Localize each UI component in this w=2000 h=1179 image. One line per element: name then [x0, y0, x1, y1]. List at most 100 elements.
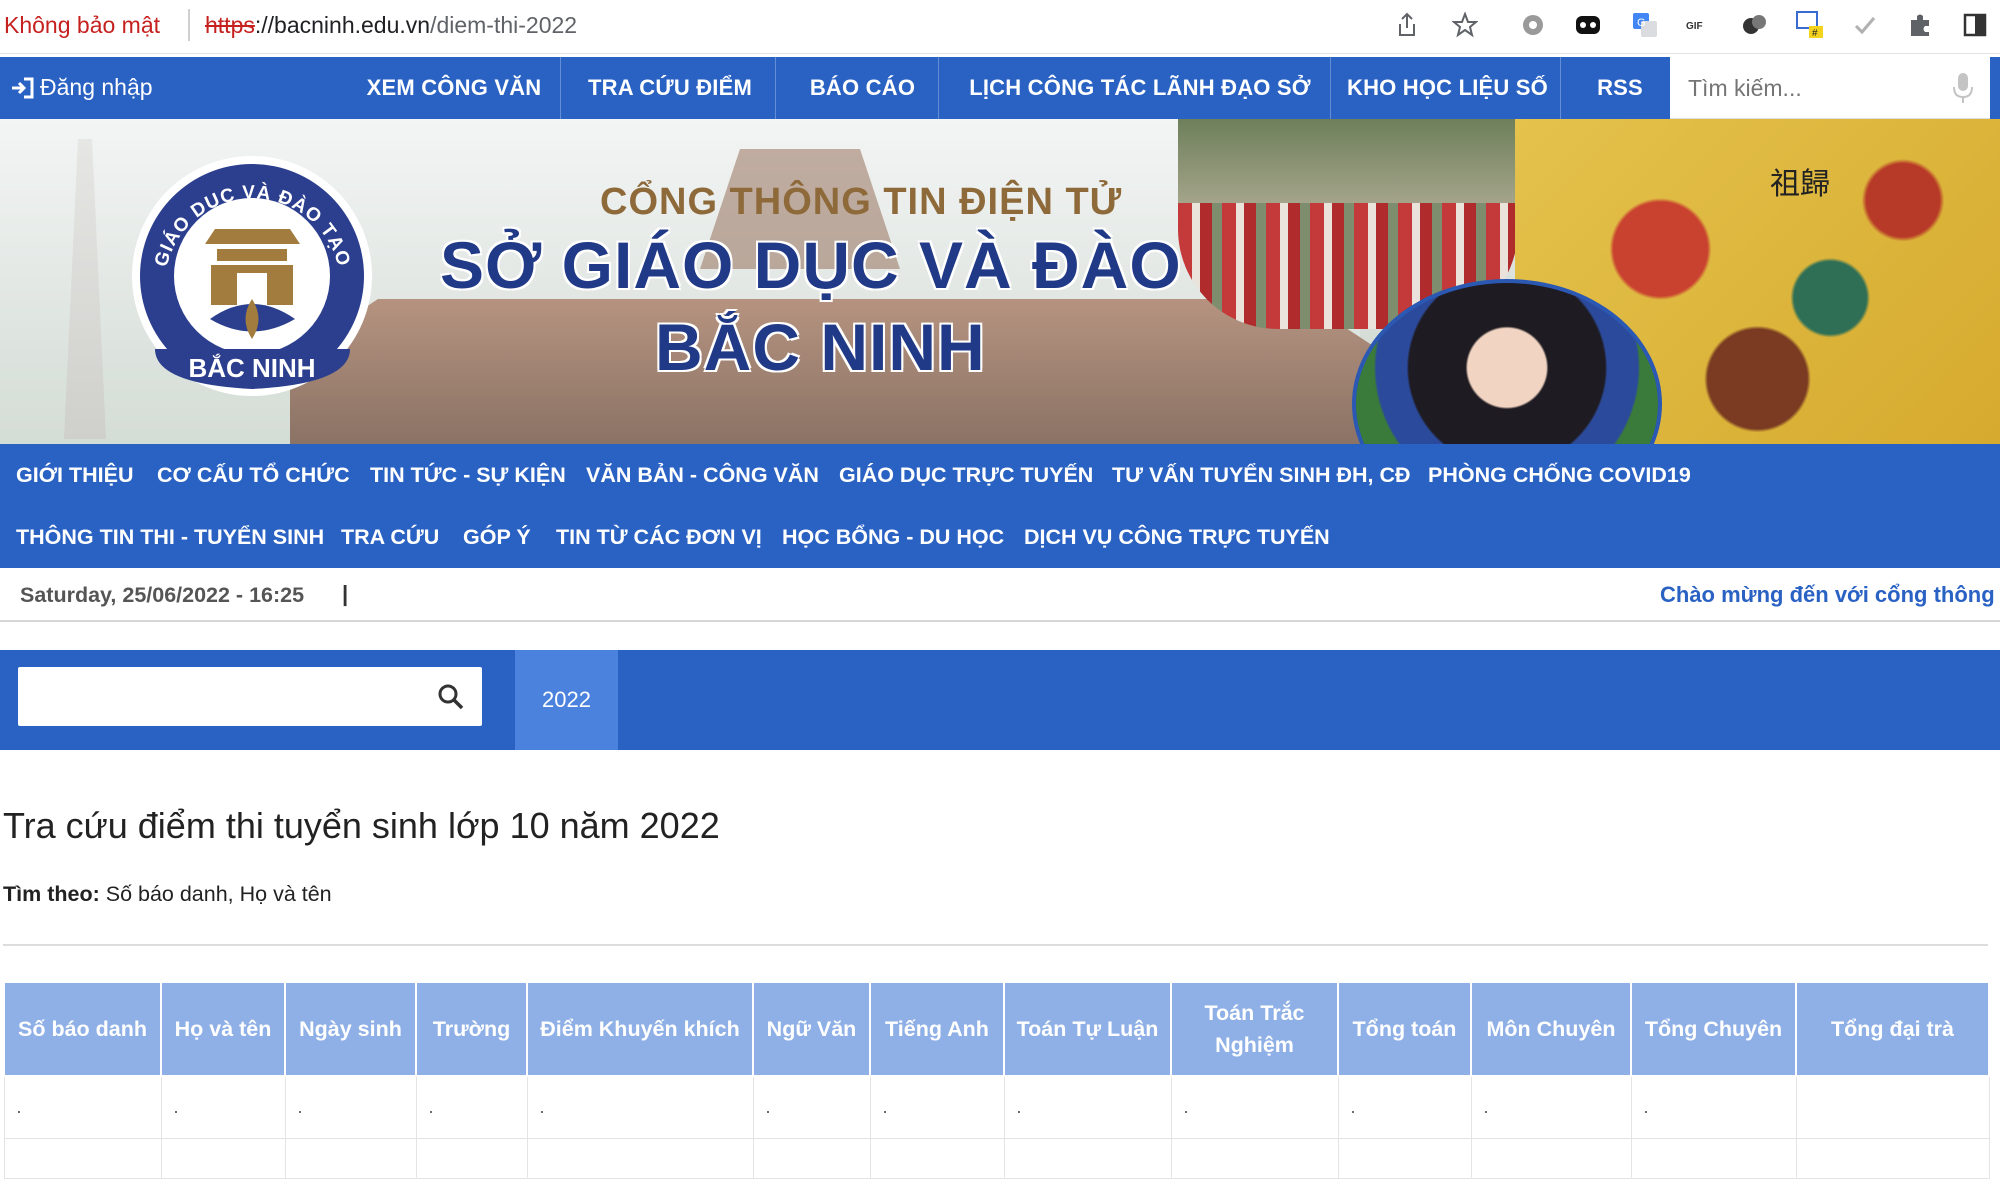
top-link-kho-hoc-lieu-so[interactable]: KHO HỌC LIỆU SỐ: [1335, 57, 1560, 119]
share-icon[interactable]: [1392, 10, 1422, 40]
banner-title-line2: BẮC NINH: [655, 310, 986, 384]
table-row: . . . . . . . . . . . .: [3, 1075, 1990, 1139]
table-cell: .: [526, 1075, 754, 1139]
top-divider: [560, 57, 561, 119]
nav-gop-y[interactable]: GÓP Ý: [463, 506, 531, 568]
table-cell: [752, 1137, 871, 1179]
svg-text:GIF: GIF: [1686, 21, 1703, 32]
nav-hoc-bong-du-hoc[interactable]: HỌC BỔNG - DU HỌC: [782, 506, 1004, 568]
main-navigation: GIỚI THIỆU CƠ CẤU TỔ CHỨC TIN TỨC - SỰ K…: [0, 444, 2000, 568]
table-cell: [3, 1137, 162, 1179]
col-so-bao-danh[interactable]: Số báo danh: [3, 981, 162, 1077]
banner-subtitle: CỔNG THÔNG TIN ĐIỆN TỬ: [600, 181, 1123, 223]
col-tong-toan[interactable]: Tổng toán: [1337, 981, 1472, 1077]
translate-icon[interactable]: G: [1630, 10, 1660, 40]
address-separator: [188, 9, 190, 41]
security-warning[interactable]: Không bảo mật: [4, 12, 160, 39]
nav-tra-cuu[interactable]: TRA CỨU: [341, 506, 439, 568]
department-logo[interactable]: GIÁO DỤC VÀ ĐÀO TẠO BẮC NINH: [125, 149, 380, 404]
table-cell: .: [1470, 1075, 1632, 1139]
nav-thong-tin-thi-tuyen-sinh[interactable]: THÔNG TIN THI - TUYỂN SINH: [16, 506, 324, 568]
tab-2022[interactable]: 2022: [515, 650, 618, 750]
top-divider: [1330, 57, 1331, 119]
col-truong[interactable]: Trường: [415, 981, 528, 1077]
url-field[interactable]: https://bacninh.edu.vn/diem-thi-2022: [205, 12, 577, 39]
login-link[interactable]: Đăng nhập: [10, 74, 153, 101]
bookmark-star-icon[interactable]: [1450, 10, 1480, 40]
table-cell: .: [869, 1075, 1005, 1139]
table-cell: [415, 1137, 528, 1179]
extension-gear-icon[interactable]: [1518, 10, 1548, 40]
table-row: [3, 1137, 1990, 1179]
date-bar: Saturday, 25/06/2022 - 16:25 | Chào mừng…: [0, 568, 2000, 622]
table-cell: [1795, 1137, 1990, 1179]
col-diem-khuyen-khich[interactable]: Điểm Khuyến khích: [526, 981, 754, 1077]
nav-phong-chong-covid19[interactable]: PHÒNG CHỐNG COVID19: [1428, 444, 1691, 506]
search-hint: Tìm theo: Số báo danh, Họ và tên: [3, 882, 332, 907]
table-cell: [869, 1137, 1005, 1179]
col-toan-tu-luan[interactable]: Toán Tự Luận: [1003, 981, 1172, 1077]
table-cell: [1470, 1137, 1632, 1179]
content-divider: [3, 944, 1988, 946]
top-link-xem-cong-van[interactable]: XEM CÔNG VĂN: [350, 57, 558, 119]
table-cell: .: [3, 1075, 162, 1139]
extension-mask-icon[interactable]: [1573, 10, 1603, 40]
table-cell: .: [1170, 1075, 1339, 1139]
top-divider: [938, 57, 939, 119]
check-icon[interactable]: [1850, 10, 1880, 40]
col-toan-trac-nghiem[interactable]: Toán Trắc Nghiệm: [1170, 981, 1339, 1077]
nav-dich-vu-cong-truc-tuyen[interactable]: DỊCH VỤ CÔNG TRỰC TUYẾN: [1024, 506, 1330, 568]
top-divider: [775, 57, 776, 119]
welcome-marquee: Chào mừng đến với cổng thông tin: [1660, 582, 2000, 607]
table-cell: .: [160, 1075, 286, 1139]
table-cell: [1795, 1075, 1990, 1139]
extension-balls-icon[interactable]: [1740, 10, 1770, 40]
gif-extension-icon[interactable]: GIF: [1685, 10, 1715, 40]
url-path: /diem-thi-2022: [430, 12, 578, 38]
table-cell: .: [415, 1075, 528, 1139]
browser-address-bar: Không bảo mật https://bacninh.edu.vn/die…: [0, 0, 2000, 54]
table-cell: .: [1630, 1075, 1797, 1139]
top-link-rss[interactable]: RSS: [1565, 57, 1675, 119]
col-ngay-sinh[interactable]: Ngày sinh: [284, 981, 417, 1077]
nav-giao-duc-truc-tuyen[interactable]: GIÁO DỤC TRỰC TUYẾN: [839, 444, 1093, 506]
col-mon-chuyen[interactable]: Môn Chuyên: [1470, 981, 1632, 1077]
table-cell: .: [752, 1075, 871, 1139]
table-cell: .: [284, 1075, 417, 1139]
extensions-puzzle-icon[interactable]: [1905, 10, 1935, 40]
col-tieng-anh[interactable]: Tiếng Anh: [869, 981, 1005, 1077]
table-cell: .: [1337, 1075, 1472, 1139]
login-label: Đăng nhập: [40, 74, 153, 100]
col-ngu-van[interactable]: Ngữ Văn: [752, 981, 871, 1077]
score-search-input[interactable]: [30, 677, 430, 717]
search-icon[interactable]: [436, 682, 466, 712]
nav-van-ban-cong-van[interactable]: VĂN BẢN - CÔNG VĂN: [586, 444, 819, 506]
score-search-box: [18, 667, 482, 726]
svg-text:G: G: [1637, 17, 1646, 29]
top-search-box: [1670, 57, 1990, 119]
top-search-input[interactable]: [1688, 71, 1938, 105]
extension-hash-icon[interactable]: #: [1795, 10, 1825, 40]
table-cell: [1630, 1137, 1797, 1179]
side-panel-icon[interactable]: [1960, 10, 1990, 40]
url-host: bacninh.edu.vn: [274, 12, 431, 38]
table-header-row: Số báo danh Họ và tên Ngày sinh Trường Đ…: [3, 981, 1990, 1077]
col-ho-va-ten[interactable]: Họ và tên: [160, 981, 286, 1077]
nav-tin-tuc-su-kien[interactable]: TIN TỨC - SỰ KIỆN: [370, 444, 566, 506]
table-cell: [1337, 1137, 1472, 1179]
nav-co-cau-to-chuc[interactable]: CƠ CẤU TỔ CHỨC: [157, 444, 350, 506]
nav-tin-tu-cac-don-vi[interactable]: TIN TỪ CÁC ĐƠN VỊ: [556, 506, 762, 568]
score-results-table: Số báo danh Họ và tên Ngày sinh Trường Đ…: [3, 981, 1990, 1179]
table-cell: [1003, 1137, 1172, 1179]
search-hint-label: Tìm theo:: [3, 882, 100, 906]
top-link-bao-cao[interactable]: BÁO CÁO: [780, 57, 945, 119]
nav-gioi-thieu[interactable]: GIỚI THIỆU: [16, 444, 133, 506]
top-link-tra-cuu-diem[interactable]: TRA CỨU ĐIỂM: [570, 57, 770, 119]
url-scheme: https: [205, 12, 255, 38]
col-tong-chuyen[interactable]: Tổng Chuyên: [1630, 981, 1797, 1077]
microphone-icon[interactable]: [1952, 71, 1974, 105]
nav-tu-van-tuyen-sinh[interactable]: TƯ VẤN TUYỂN SINH ĐH, CĐ: [1112, 444, 1411, 506]
top-link-lich-cong-tac[interactable]: LỊCH CÔNG TÁC LÃNH ĐẠO SỞ: [945, 57, 1335, 119]
col-tong-dai-tra[interactable]: Tổng đại trà: [1795, 981, 1990, 1077]
table-cell: [284, 1137, 417, 1179]
